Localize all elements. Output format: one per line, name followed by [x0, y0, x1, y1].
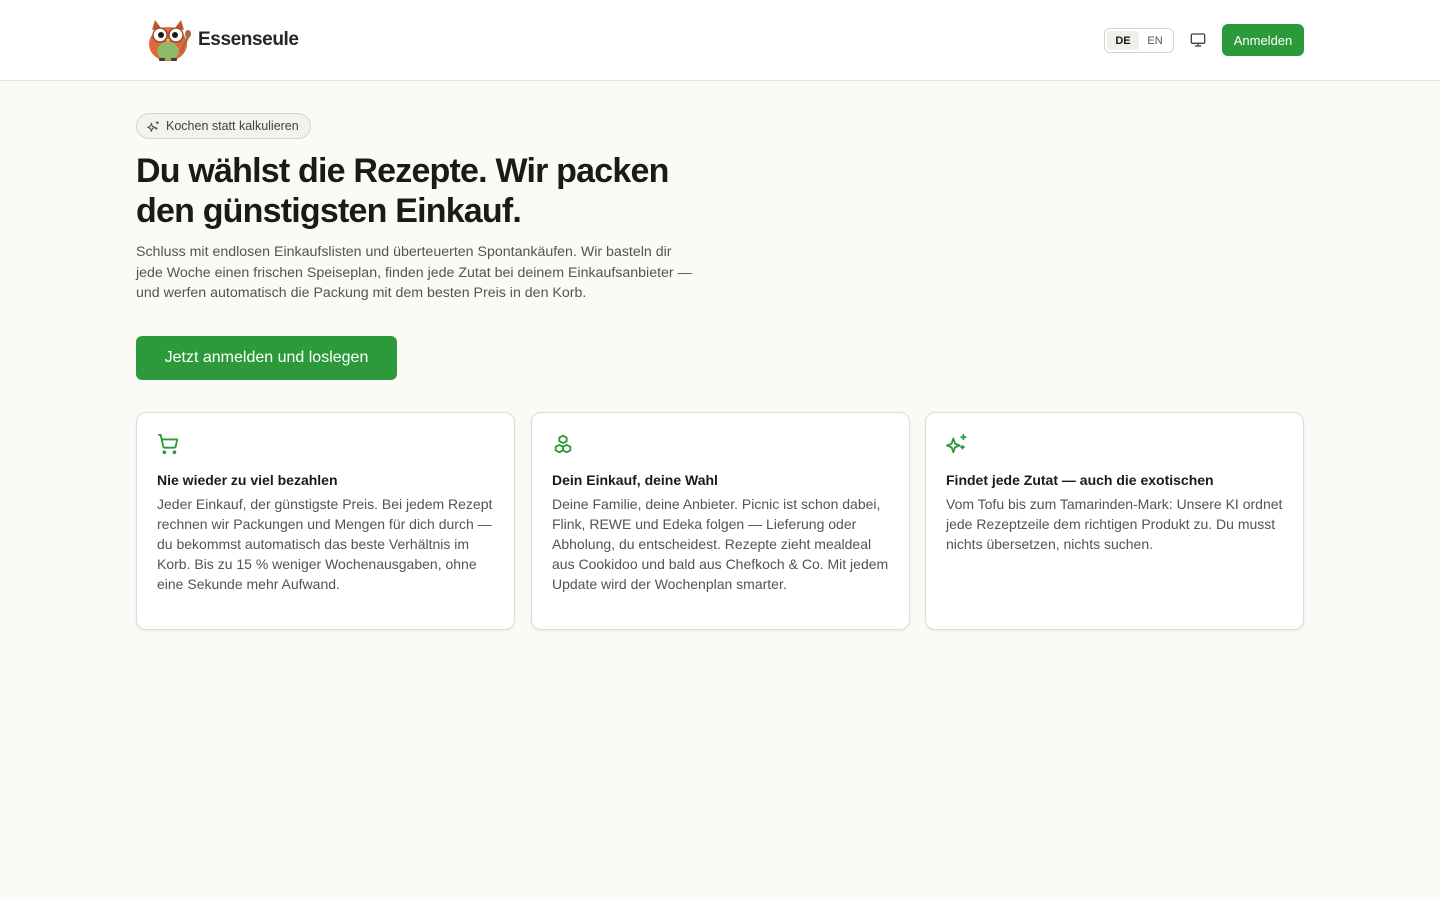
monitor-icon: [1190, 33, 1206, 47]
shopping-cart-icon: [157, 433, 179, 455]
language-option-en[interactable]: EN: [1139, 31, 1171, 50]
feature-title: Dein Einkauf, deine Wahl: [552, 472, 718, 488]
feature-title: Findet jede Zutat — auch die exotischen: [946, 472, 1214, 488]
feature-card-ingredients: Findet jede Zutat — auch die exotischen …: [925, 412, 1304, 630]
tagline-text: Kochen statt kalkulieren: [166, 119, 299, 133]
language-option-de[interactable]: DE: [1107, 31, 1139, 50]
boxes-icon: [554, 434, 572, 454]
hero-title: Du wählst die Rezepte. Wir packen den gü…: [136, 152, 669, 230]
feature-title: Nie wieder zu viel bezahlen: [157, 472, 338, 488]
feature-text: Vom Tofu bis zum Tamarinden-Mark: Unsere…: [946, 496, 1283, 552]
brand-logo-link[interactable]: Essenseule: [146, 18, 299, 62]
feature-text: Deine Familie, deine Anbieter. Picnic is…: [552, 496, 889, 592]
login-button[interactable]: Anmelden: [1222, 24, 1304, 56]
sparkles-icon: [946, 433, 967, 454]
site-header: Essenseule DE EN Anmelden: [0, 0, 1440, 81]
theme-toggle-button[interactable]: [1186, 28, 1210, 52]
feature-card-price: Nie wieder zu viel bezahlen Jeder Einkau…: [136, 412, 515, 630]
feature-card-choice: Dein Einkauf, deine Wahl Deine Familie, …: [531, 412, 910, 630]
tagline-badge: Kochen statt kalkulieren: [136, 113, 311, 139]
language-switcher: DE EN: [1104, 28, 1174, 53]
hero-description: Schluss mit endlosen Einkaufslisten und …: [136, 244, 692, 301]
signup-cta-button[interactable]: Jetzt anmelden und loslegen: [136, 336, 397, 380]
brand-name: Essenseule: [198, 29, 299, 50]
feature-text: Jeder Einkauf, der günstigste Preis. Bei…: [157, 496, 493, 592]
owl-logo-icon: [149, 20, 191, 61]
sparkles-icon: [147, 120, 159, 132]
